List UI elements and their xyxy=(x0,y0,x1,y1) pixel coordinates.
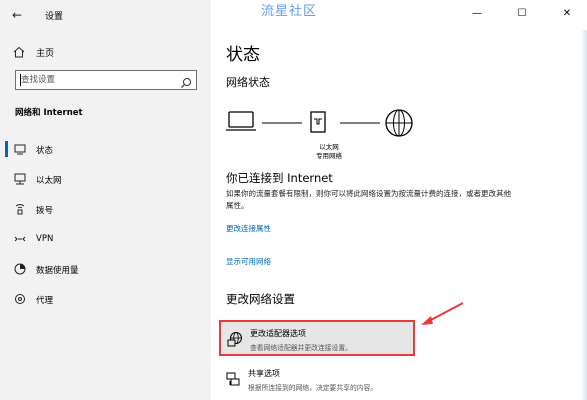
option-description: 根据所连接到的网络，决定要共享的内容。 xyxy=(248,384,378,392)
sidebar-item-label: 代理 xyxy=(36,296,54,306)
sidebar-item-status[interactable]: 状态 xyxy=(0,138,211,160)
sidebar: ← 设置 主页 网络和 Internet 状态 xyxy=(0,0,211,400)
change-adapter-options-button[interactable]: 更改适配器选项 查看网络适配器并更改连接设置。 xyxy=(219,320,415,356)
app-title: 设置 xyxy=(45,12,64,22)
window-edge xyxy=(581,30,587,400)
ethernet-adapter-icon xyxy=(310,111,326,133)
option-title: 共享选项 xyxy=(248,369,280,378)
main-content: 流星社区 — ☐ ✕ 状态 网络状态 以太网 专用网络 你已连接到 Intern… xyxy=(211,0,587,400)
adapter-name: 以太网 xyxy=(319,143,339,151)
sidebar-item-label: 数据使用量 xyxy=(36,266,79,276)
sidebar-item-label: VPN xyxy=(36,234,54,244)
globe-icon xyxy=(385,109,413,137)
sidebar-item-home[interactable]: 主页 xyxy=(8,42,203,62)
title-bar: ← 设置 xyxy=(0,0,211,30)
sidebar-section-title: 网络和 Internet xyxy=(15,108,83,118)
data-usage-icon xyxy=(13,262,27,276)
change-connection-properties-link[interactable]: 更改连接属性 xyxy=(226,223,271,234)
sidebar-item-data-usage[interactable]: 数据使用量 xyxy=(0,258,211,280)
watermark: 流星社区 xyxy=(261,4,318,19)
close-button[interactable]: ✕ xyxy=(557,4,577,24)
sidebar-item-vpn[interactable]: VPN xyxy=(0,228,211,250)
sidebar-item-label: 以太网 xyxy=(36,176,62,186)
sidebar-item-proxy[interactable]: 代理 xyxy=(0,288,211,310)
network-status-heading: 网络状态 xyxy=(226,76,270,89)
home-icon xyxy=(12,45,26,59)
dialup-icon xyxy=(13,202,27,216)
search-box[interactable] xyxy=(15,70,197,90)
page-title: 状态 xyxy=(226,45,260,65)
vpn-icon xyxy=(13,232,27,246)
change-settings-heading: 更改网络设置 xyxy=(226,292,295,306)
network-diagram-graphic xyxy=(226,109,413,137)
window-controls: — ☐ ✕ xyxy=(437,0,587,28)
sharing-options-button[interactable]: 共享选项 根据所连接到的网络，决定要共享的内容。 xyxy=(219,362,415,398)
sidebar-item-label: 主页 xyxy=(36,49,55,59)
maximize-button[interactable]: ☐ xyxy=(512,4,532,24)
ethernet-icon xyxy=(13,172,27,186)
adapter-icon xyxy=(227,331,243,347)
sharing-icon xyxy=(225,371,241,387)
sidebar-item-dialup[interactable]: 拨号 xyxy=(0,198,211,220)
show-available-networks-link[interactable]: 显示可用网络 xyxy=(226,256,271,267)
sidebar-item-label: 状态 xyxy=(36,146,54,156)
selection-indicator xyxy=(5,141,8,157)
computer-icon xyxy=(226,111,256,131)
minimize-button[interactable]: — xyxy=(467,4,487,24)
annotation-arrow xyxy=(421,302,464,325)
adapter-label: 以太网 专用网络 xyxy=(309,143,349,161)
connected-description: 如果你的流量套餐有限制，则你可以将此网络设置为按流量计费的连接，或者更改其他属性… xyxy=(226,189,511,210)
sidebar-item-ethernet[interactable]: 以太网 xyxy=(0,168,211,190)
proxy-icon xyxy=(13,292,27,306)
search-input[interactable] xyxy=(21,73,171,87)
network-diagram: 以太网 专用网络 xyxy=(226,104,426,164)
search-icon[interactable] xyxy=(180,74,192,88)
connected-heading: 你已连接到 Internet xyxy=(226,171,333,185)
network-name: 专用网络 xyxy=(316,152,342,160)
back-button[interactable]: ← xyxy=(8,6,26,24)
status-icon xyxy=(13,142,27,156)
settings-window: ← 设置 主页 网络和 Internet 状态 xyxy=(0,0,587,400)
sidebar-item-label: 拨号 xyxy=(36,206,54,216)
option-title: 更改适配器选项 xyxy=(250,329,306,338)
option-description: 查看网络适配器并更改连接设置。 xyxy=(250,344,352,352)
